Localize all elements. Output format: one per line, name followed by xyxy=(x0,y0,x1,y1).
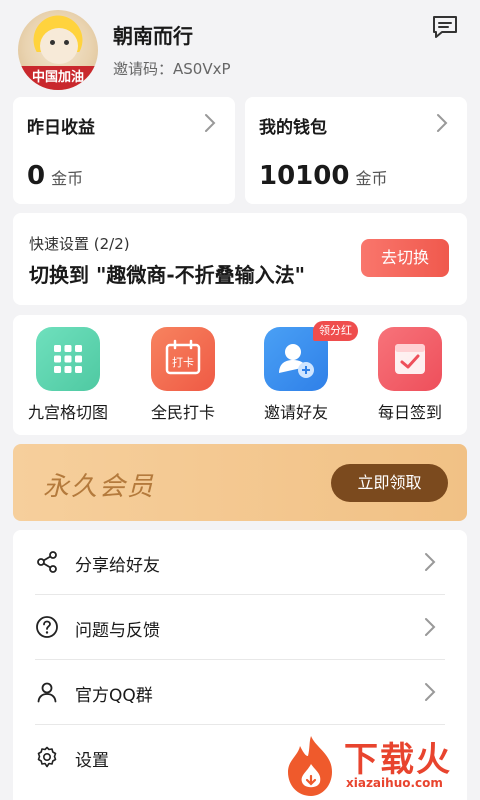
feature-daily-signin[interactable]: 每日签到 xyxy=(355,327,465,431)
invite-code-value: AS0VxP xyxy=(173,60,231,78)
feature-checkin[interactable]: 打卡 全民打卡 xyxy=(128,327,238,431)
menu-label: 设置 xyxy=(75,751,109,771)
quick-setting-card: 快速设置 (2/2) 切换到 "趣微商-不折叠输入法" 去切换 xyxy=(13,213,467,305)
quick-setting-title: 快速设置 (2/2) xyxy=(29,235,130,253)
bonus-badge: 领分红 xyxy=(313,321,358,341)
menu-item-qq-group[interactable]: 官方QQ群 xyxy=(13,660,467,724)
stat-title: 我的钱包 xyxy=(259,118,327,138)
menu-label: 分享给好友 xyxy=(75,556,160,576)
chevron-right-icon xyxy=(435,111,449,135)
grid-nine-icon xyxy=(36,327,100,391)
feature-label: 九宫格切图 xyxy=(27,403,108,422)
chevron-right-icon xyxy=(423,615,437,639)
chevron-right-icon xyxy=(423,550,437,574)
username: 朝南而行 xyxy=(113,24,193,48)
feature-grid: 九宫格切图 打卡 全民打卡 领分红 邀请好友 每日签到 xyxy=(13,315,467,435)
menu-item-share[interactable]: 分享给好友 xyxy=(13,530,467,594)
stat-unit: 金币 xyxy=(51,169,84,188)
avatar-ribbon: 中国加油 xyxy=(18,66,98,90)
share-icon xyxy=(35,550,59,574)
stat-value-row: 10100 金币 xyxy=(259,161,387,191)
message-square-icon[interactable] xyxy=(430,12,460,42)
feature-invite-friends[interactable]: 领分红 邀请好友 xyxy=(241,321,358,431)
yesterday-earnings-card[interactable]: 昨日收益 0 金币 xyxy=(13,97,235,204)
stat-title: 昨日收益 xyxy=(27,118,95,138)
watermark-url: xiazaihuo.com xyxy=(346,776,443,790)
menu-item-feedback[interactable]: 问题与反馈 xyxy=(13,595,467,659)
daily-signin-icon xyxy=(378,327,442,391)
cat-face xyxy=(40,28,78,64)
chevron-right-icon xyxy=(203,111,217,135)
menu-label: 官方QQ群 xyxy=(75,686,153,706)
invite-code-label: 邀请码： xyxy=(113,60,174,78)
gear-icon xyxy=(35,745,59,769)
cat-eye xyxy=(64,40,69,45)
feature-label: 邀请好友 xyxy=(263,403,328,422)
watermark-text: 下载火 xyxy=(344,740,452,780)
claim-vip-button[interactable]: 立即领取 xyxy=(331,464,448,502)
avatar[interactable]: 中国加油 xyxy=(18,10,98,90)
flame-icon xyxy=(288,736,332,796)
watermark-logo: 下载火 xiazaihuo.com xyxy=(280,732,480,800)
invite-code-row[interactable]: 邀请码：AS0VxP xyxy=(113,58,231,79)
stat-value-row: 0 金币 xyxy=(27,161,83,191)
menu-label: 问题与反馈 xyxy=(75,621,160,641)
feature-label: 全民打卡 xyxy=(150,403,215,422)
stat-unit: 金币 xyxy=(355,169,388,188)
user-icon xyxy=(35,680,59,704)
question-icon xyxy=(35,615,59,639)
calendar-checkin-icon: 打卡 xyxy=(151,327,215,391)
switch-button[interactable]: 去切换 xyxy=(361,239,449,277)
feature-nine-grid-cut[interactable]: 九宫格切图 xyxy=(13,327,123,431)
stat-value: 0 xyxy=(27,161,46,191)
my-wallet-card[interactable]: 我的钱包 10100 金币 xyxy=(245,97,467,204)
checkin-icon-text: 打卡 xyxy=(172,355,194,369)
chevron-right-icon xyxy=(423,680,437,704)
feature-label: 每日签到 xyxy=(377,403,442,422)
cat-eye xyxy=(50,40,55,45)
profile-header: 中国加油 朝南而行 邀请码：AS0VxP xyxy=(0,0,480,96)
vip-title: 永久会员 xyxy=(43,472,156,502)
quick-setting-description: 切换到 "趣微商-不折叠输入法" xyxy=(29,263,306,287)
stat-value: 10100 xyxy=(259,161,350,191)
vip-banner: 永久会员 立即领取 xyxy=(13,444,467,521)
